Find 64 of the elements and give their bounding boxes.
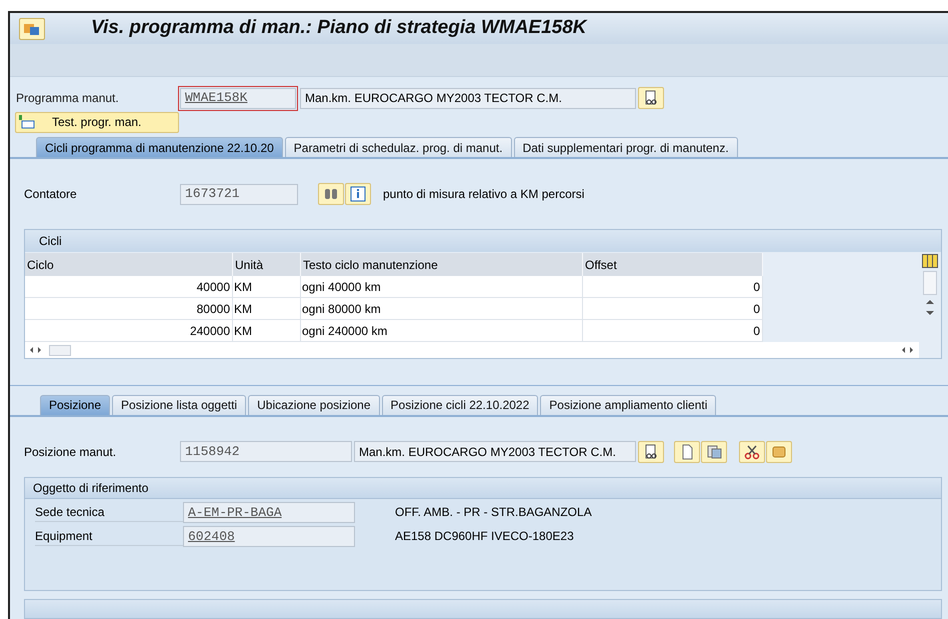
table-cell: 0: [583, 298, 763, 320]
hierarchy-icon: [18, 115, 36, 130]
column-header[interactable]: Testo ciclo manutenzione: [301, 253, 583, 276]
table-cell: ogni 240000 km: [301, 320, 583, 342]
scrollbar-thumb[interactable]: [923, 271, 937, 296]
tab[interactable]: Posizione lista oggetti: [112, 394, 246, 415]
table-cell: 80000: [25, 298, 233, 320]
table-cell: KM: [233, 276, 301, 298]
table-cell: 0: [583, 320, 763, 342]
document-glasses-icon: [643, 90, 659, 106]
tab[interactable]: Cicli programma di manutenzione 22.10.20: [36, 137, 283, 158]
field-description: AE158 DC960HF IVECO-180E23: [395, 528, 574, 546]
horizontal-scrollbar[interactable]: [25, 342, 919, 358]
find-button[interactable]: [318, 183, 344, 206]
table-cell: 0: [583, 276, 763, 298]
column-header[interactable]: Ciclo: [25, 253, 233, 276]
input-field[interactable]: WMAE158K: [180, 88, 296, 109]
input-field[interactable]: 1673721: [180, 184, 298, 205]
document-glasses-icon: [643, 444, 659, 460]
tab[interactable]: Posizione ampliamento clienti: [540, 394, 716, 415]
scroll-arrows-icon[interactable]: [901, 346, 915, 354]
table-cell: 40000: [25, 276, 233, 298]
new-document-button[interactable]: [674, 440, 700, 463]
window-title: Vis. programma di man.: Piano di strategia WMAE158K: [91, 16, 587, 40]
description-field: Man.km. EUROCARGO MY2003 TECTOR C.M.: [354, 441, 636, 462]
tab[interactable]: Parametri di schedulaz. prog. di manut.: [284, 137, 512, 158]
scroll-icon: [771, 444, 787, 460]
table-title: Cicli: [25, 230, 941, 252]
tab[interactable]: Posizione: [40, 394, 110, 415]
column-header[interactable]: Offset: [583, 253, 763, 276]
cut-button[interactable]: [739, 440, 765, 463]
tab[interactable]: Dati supplementari progr. di manutenz.: [514, 137, 738, 158]
table-cell: KM: [233, 320, 301, 342]
field-label: Programma manut.: [16, 90, 120, 108]
field-label: Contatore: [24, 186, 78, 204]
measure-point-note: punto di misura relativo a KM percorsi: [383, 186, 584, 204]
app-icon[interactable]: [19, 18, 45, 40]
display-button[interactable]: [638, 440, 664, 463]
display-button[interactable]: [638, 87, 664, 110]
input-field[interactable]: 1158942: [180, 441, 352, 462]
field-label: Posizione manut.: [24, 444, 118, 461]
details-button[interactable]: [701, 440, 727, 463]
scrollbar-thumb[interactable]: [49, 344, 71, 356]
tab[interactable]: Ubicazione posizione: [248, 394, 380, 415]
input-field[interactable]: A-EM-PR-BAGA: [183, 502, 355, 523]
table-cell: KM: [233, 298, 301, 320]
description-field: Man.km. EUROCARGO MY2003 TECTOR C.M.: [300, 88, 636, 109]
tab[interactable]: Posizione cicli 22.10.2022: [382, 394, 538, 415]
info-button[interactable]: [345, 183, 371, 206]
scroll-button[interactable]: [766, 440, 792, 463]
column-header[interactable]: Unità: [233, 253, 301, 276]
scroll-up-icon[interactable]: [925, 298, 935, 306]
input-field[interactable]: 602408: [183, 526, 355, 547]
column-layout-icon[interactable]: [922, 254, 938, 268]
scroll-arrows-icon[interactable]: [29, 346, 43, 354]
field-description: OFF. AMB. - PR - STR.BAGANZOLA: [395, 504, 592, 522]
table-cell: ogni 80000 km: [301, 298, 583, 320]
scroll-down-icon[interactable]: [925, 309, 935, 318]
info-icon: [350, 186, 366, 202]
test-button[interactable]: Test. progr. man.: [15, 112, 179, 134]
document-stack-icon: [706, 444, 722, 460]
table-cell: 240000: [25, 320, 233, 342]
scissors-icon: [744, 444, 760, 460]
table-cell: ogni 40000 km: [301, 276, 583, 298]
